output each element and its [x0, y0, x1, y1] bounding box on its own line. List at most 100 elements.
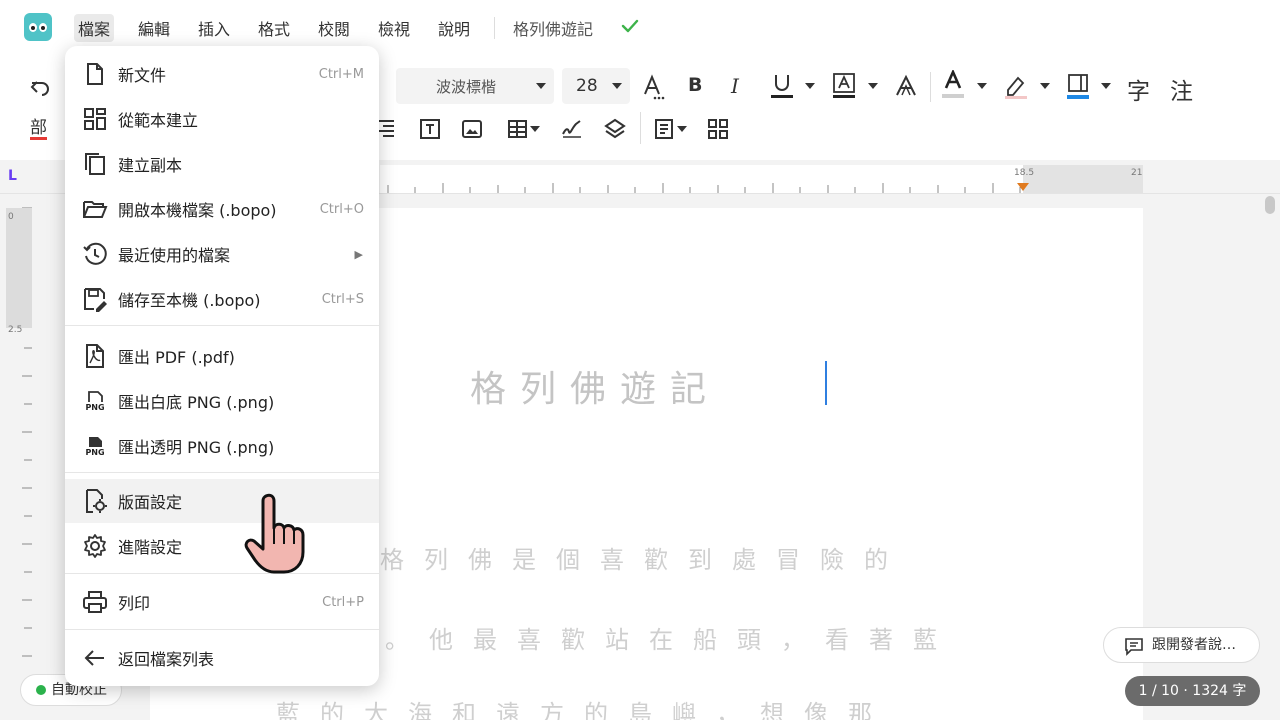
logo-eye-left — [29, 22, 37, 32]
feedback-button[interactable]: 跟開發者說… — [1103, 627, 1260, 663]
size-caret-icon — [612, 83, 622, 89]
submenu-arrow-icon: ▶ — [354, 247, 363, 261]
signature-icon[interactable] — [560, 118, 584, 140]
menu-label: 新文件 — [118, 66, 167, 85]
menu-from-template[interactable]: 從範本建立 — [65, 97, 379, 141]
menu-label: 匯出透明 PNG (.png) — [118, 438, 275, 457]
font-family-value: 波波標楷 — [436, 77, 497, 96]
radical-button[interactable]: 部 — [30, 114, 47, 140]
png-file-filled — [89, 436, 102, 447]
layers-icon[interactable] — [603, 117, 627, 141]
menu-advanced-settings[interactable]: 進階設定 — [65, 524, 379, 568]
menu-shortcut: Ctrl+O — [319, 201, 364, 217]
underline-caret-icon[interactable] — [805, 83, 815, 89]
bold-icon[interactable]: B — [688, 74, 702, 96]
menu-page-setup[interactable]: 版面設定 — [65, 479, 379, 523]
vruler-label-0: 0 — [8, 212, 14, 222]
image-icon[interactable] — [461, 118, 483, 140]
feedback-label: 跟開發者說… — [1152, 637, 1236, 653]
logo-eye-right — [39, 22, 47, 32]
menu-review[interactable]: 校閱 — [314, 14, 354, 42]
menu-shortcut: Ctrl+S — [321, 291, 364, 307]
paragraph-caret-icon[interactable] — [677, 126, 687, 132]
gear-icon — [84, 534, 106, 558]
text-outline-icon[interactable] — [894, 74, 918, 98]
menu-open-local-file[interactable]: 開啟本機檔案 (.bopo) Ctrl+O — [65, 187, 379, 231]
new-file-icon — [87, 63, 103, 85]
char-border-caret-icon[interactable] — [868, 83, 878, 89]
menu-divider — [65, 629, 379, 630]
highlighter-caret-icon[interactable] — [1040, 83, 1050, 89]
text-color-icon[interactable] — [941, 70, 965, 100]
status-dot — [36, 685, 46, 695]
menu-label: 版面設定 — [118, 493, 183, 512]
arrow-left-icon — [84, 650, 104, 666]
menu-edit[interactable]: 編輯 — [134, 14, 174, 42]
italic-icon[interactable]: I — [731, 74, 739, 98]
menu-label: 儲存至本機 (.bopo) — [118, 291, 261, 310]
text-color-caret-icon[interactable] — [977, 83, 987, 89]
border-color-caret-icon[interactable] — [1101, 83, 1111, 89]
save-local-icon — [84, 288, 107, 312]
text-cursor — [825, 361, 827, 405]
copy-icon — [85, 153, 105, 175]
menu-export-pdf[interactable]: 匯出 PDF (.pdf) — [65, 334, 379, 378]
menu-export-png-transparent[interactable]: PNG 匯出透明 PNG (.png) — [65, 424, 379, 468]
png-icon: PNG — [82, 388, 108, 414]
menu-separator — [494, 17, 495, 39]
annotation-button[interactable]: 注 — [1170, 72, 1193, 106]
font-size-select[interactable]: 28 — [562, 68, 630, 104]
toolbar-divider — [640, 112, 641, 144]
template-icon — [84, 108, 106, 130]
ruler-label-21: 21 — [1131, 168, 1143, 178]
toolbar-divider-2 — [930, 72, 931, 102]
file-menu-dropdown: 新文件 Ctrl+M 從範本建立 建立副本 開啟本機檔案 (.bopo) Ctr… — [65, 46, 379, 686]
menu-file[interactable]: 檔案 — [74, 14, 115, 42]
menu-help[interactable]: 說明 — [434, 14, 474, 42]
highlighter-icon[interactable] — [1004, 72, 1028, 100]
ruler-label-18-5: 18.5 — [1014, 168, 1035, 178]
menu-label: 最近使用的檔案 — [118, 246, 231, 265]
png-file-outline — [88, 390, 103, 402]
png-tag: PNG — [85, 447, 105, 457]
undo-icon[interactable] — [28, 76, 52, 100]
menu-divider — [65, 573, 379, 574]
menu-recent-files[interactable]: 最近使用的檔案 ▶ — [65, 232, 379, 276]
menu-view[interactable]: 檢視 — [374, 14, 414, 42]
menu-insert[interactable]: 插入 — [194, 14, 234, 42]
menu-label: 返回檔案列表 — [118, 650, 215, 669]
vruler-label-2-5: 2.5 — [8, 325, 23, 335]
border-color-icon[interactable] — [1066, 72, 1090, 100]
font-shrink-icon[interactable] — [642, 74, 666, 100]
font-family-select[interactable]: 波波標楷 — [396, 68, 554, 104]
underline-icon[interactable] — [770, 72, 794, 100]
document-line-2[interactable]: 。他最喜歡站在船頭，看著藍 — [385, 620, 957, 655]
document-heading[interactable]: 格列佛遊記 — [470, 360, 720, 412]
grid-icon[interactable] — [707, 118, 729, 140]
document-line-3[interactable]: 藍的大海和遠方的島嶼，想像那 — [276, 694, 892, 720]
printer-icon — [83, 591, 107, 613]
text-box-icon[interactable] — [418, 117, 442, 141]
scrollbar-thumb[interactable] — [1265, 196, 1275, 214]
menu-format[interactable]: 格式 — [254, 14, 294, 42]
menu-make-copy[interactable]: 建立副本 — [65, 142, 379, 186]
png-tag: PNG — [85, 402, 105, 412]
menu-label: 列印 — [118, 594, 151, 613]
menu-print[interactable]: 列印 Ctrl+P — [65, 580, 379, 624]
char-border-icon[interactable] — [832, 72, 856, 100]
menu-save-local[interactable]: 儲存至本機 (.bopo) Ctrl+S — [65, 277, 379, 321]
document-title[interactable]: 格列佛遊記 — [513, 16, 593, 40]
right-indent-marker-icon[interactable] — [1017, 183, 1029, 192]
app-logo[interactable] — [24, 13, 52, 41]
document-line-1[interactable]: 格列佛是個喜歡到處冒險的 — [380, 540, 908, 575]
tab-stop-icon[interactable]: L — [8, 168, 17, 184]
menu-back-to-file-list[interactable]: 返回檔案列表 — [65, 636, 379, 680]
menu-new-document[interactable]: 新文件 Ctrl+M — [65, 52, 379, 96]
char-button[interactable]: 字 — [1127, 72, 1150, 106]
menu-export-png-white[interactable]: PNG 匯出白底 PNG (.png) — [65, 379, 379, 423]
pdf-icon — [86, 344, 104, 368]
table-caret-icon[interactable] — [530, 126, 540, 132]
paragraph-icon[interactable] — [654, 118, 676, 140]
table-icon[interactable] — [507, 118, 531, 140]
page-settings-icon — [86, 489, 107, 513]
